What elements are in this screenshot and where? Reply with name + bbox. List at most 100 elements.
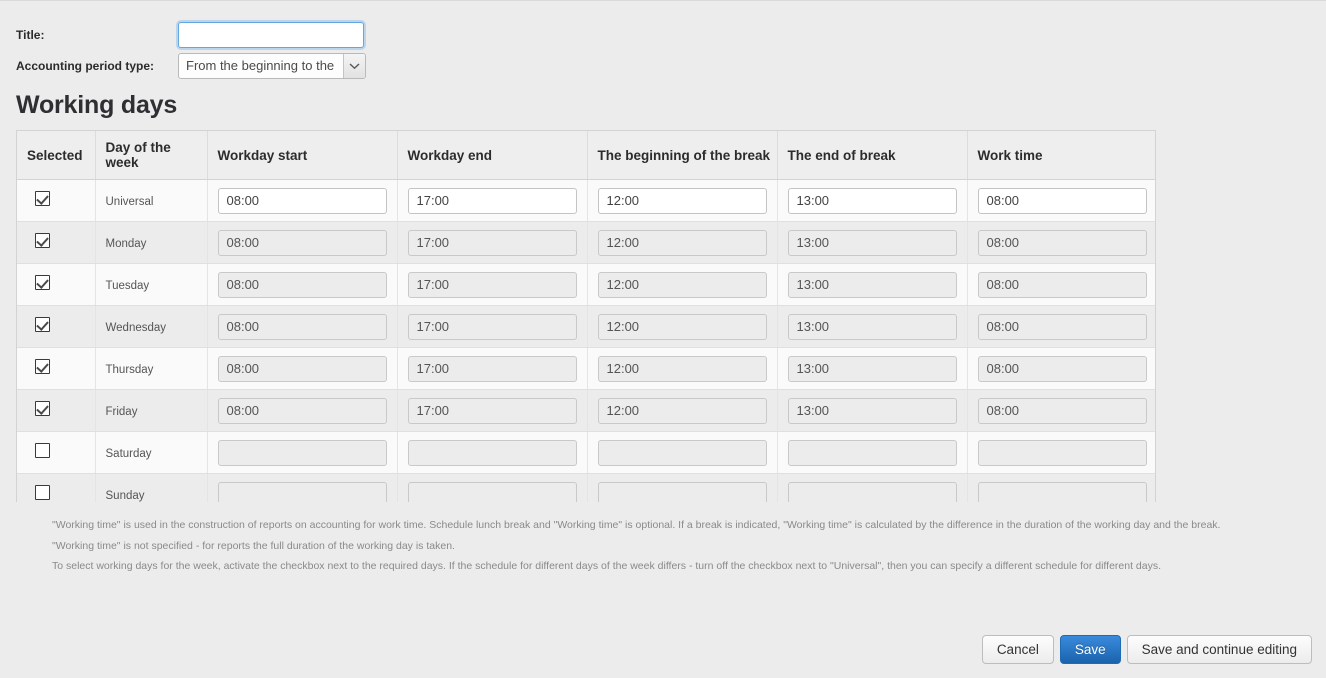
- day-label: Sunday: [106, 490, 145, 502]
- work-time-input-saturday[interactable]: [978, 440, 1148, 466]
- title-input[interactable]: [178, 22, 364, 48]
- workday-end-input-saturday[interactable]: [408, 440, 577, 466]
- checkbox-tuesday[interactable]: [35, 275, 50, 290]
- cell-break-end: [777, 264, 967, 306]
- break-start-input-saturday[interactable]: [598, 440, 767, 466]
- break-end-input-friday[interactable]: [788, 398, 957, 424]
- table-row: Universal: [17, 180, 1156, 222]
- break-end-input-wednesday[interactable]: [788, 314, 957, 340]
- accounting-period-row: Accounting period type: From the beginni…: [16, 52, 1326, 79]
- work-time-input-tuesday[interactable]: [978, 272, 1148, 298]
- title-label: Title:: [16, 28, 178, 42]
- cell-day: Tuesday: [95, 264, 207, 306]
- cell-work-time: [967, 222, 1156, 264]
- break-start-input-tuesday[interactable]: [598, 272, 767, 298]
- accounting-period-value: From the beginning to the: [179, 58, 343, 73]
- cell-day: Wednesday: [95, 306, 207, 348]
- cell-break-end: [777, 348, 967, 390]
- work-time-input-friday[interactable]: [978, 398, 1148, 424]
- checkbox-friday[interactable]: [35, 401, 50, 416]
- checkbox-monday[interactable]: [35, 233, 50, 248]
- cell-work-time: [967, 390, 1156, 432]
- cell-selected: [17, 306, 95, 348]
- cell-break-start: [587, 474, 777, 503]
- save-button[interactable]: Save: [1060, 635, 1121, 664]
- break-end-input-sunday[interactable]: [788, 482, 957, 503]
- help-line: "Working time" is used in the constructi…: [52, 520, 1326, 532]
- checkbox-thursday[interactable]: [35, 359, 50, 374]
- working-days-table: Selected Day of the week Workday start W…: [17, 131, 1156, 502]
- work-time-input-thursday[interactable]: [978, 356, 1148, 382]
- cell-day: Monday: [95, 222, 207, 264]
- cell-workday-end: [397, 348, 587, 390]
- workday-start-input-universal[interactable]: [218, 188, 387, 214]
- cell-day: Saturday: [95, 432, 207, 474]
- cell-work-time: [967, 180, 1156, 222]
- workday-end-input-tuesday[interactable]: [408, 272, 577, 298]
- cell-workday-start: [207, 180, 397, 222]
- cell-selected: [17, 264, 95, 306]
- workday-start-input-monday[interactable]: [218, 230, 387, 256]
- checkbox-wednesday[interactable]: [35, 317, 50, 332]
- break-end-input-universal[interactable]: [788, 188, 957, 214]
- break-end-input-tuesday[interactable]: [788, 272, 957, 298]
- workday-end-input-universal[interactable]: [408, 188, 577, 214]
- break-start-input-wednesday[interactable]: [598, 314, 767, 340]
- column-header-break-start: The beginning of the break: [587, 131, 777, 180]
- workday-end-input-monday[interactable]: [408, 230, 577, 256]
- table-row: Wednesday: [17, 306, 1156, 348]
- table-body: UniversalMonday Tuesday Wednesday Thursday F…: [17, 180, 1156, 503]
- break-start-input-thursday[interactable]: [598, 356, 767, 382]
- day-label: Thursday: [106, 364, 154, 376]
- day-label: Tuesday: [106, 280, 150, 292]
- table-row: Friday: [17, 390, 1156, 432]
- checkbox-saturday[interactable]: [35, 443, 50, 458]
- title-row: Title:: [16, 21, 1326, 48]
- table-row: Tuesday: [17, 264, 1156, 306]
- break-start-input-friday[interactable]: [598, 398, 767, 424]
- workday-end-input-sunday[interactable]: [408, 482, 577, 503]
- cell-break-start: [587, 306, 777, 348]
- workday-start-input-sunday[interactable]: [218, 482, 387, 503]
- break-start-input-universal[interactable]: [598, 188, 767, 214]
- cell-workday-end: [397, 390, 587, 432]
- cell-break-start: [587, 390, 777, 432]
- work-time-input-monday[interactable]: [978, 230, 1148, 256]
- workday-end-input-friday[interactable]: [408, 398, 577, 424]
- chevron-down-icon: [343, 54, 365, 78]
- break-end-input-monday[interactable]: [788, 230, 957, 256]
- cell-break-start: [587, 432, 777, 474]
- cell-workday-end: [397, 306, 587, 348]
- checkbox-universal[interactable]: [35, 191, 50, 206]
- workday-end-input-wednesday[interactable]: [408, 314, 577, 340]
- work-time-input-sunday[interactable]: [978, 482, 1148, 503]
- column-header-workday-end: Workday end: [397, 131, 587, 180]
- work-time-input-wednesday[interactable]: [978, 314, 1148, 340]
- cell-workday-start: [207, 390, 397, 432]
- cancel-button[interactable]: Cancel: [982, 635, 1054, 664]
- break-start-input-monday[interactable]: [598, 230, 767, 256]
- checkbox-sunday[interactable]: [35, 485, 50, 500]
- workday-start-input-tuesday[interactable]: [218, 272, 387, 298]
- cell-selected: [17, 432, 95, 474]
- cell-selected: [17, 474, 95, 503]
- workday-start-input-wednesday[interactable]: [218, 314, 387, 340]
- workday-start-input-friday[interactable]: [218, 398, 387, 424]
- cell-break-end: [777, 432, 967, 474]
- save-and-continue-button[interactable]: Save and continue editing: [1127, 635, 1312, 664]
- table-header-row: Selected Day of the week Workday start W…: [17, 131, 1156, 180]
- cell-day: Friday: [95, 390, 207, 432]
- workday-start-input-thursday[interactable]: [218, 356, 387, 382]
- accounting-period-select[interactable]: From the beginning to the: [178, 53, 366, 79]
- help-line: To select working days for the week, act…: [52, 561, 1326, 573]
- break-end-input-thursday[interactable]: [788, 356, 957, 382]
- work-time-input-universal[interactable]: [978, 188, 1148, 214]
- workday-start-input-saturday[interactable]: [218, 440, 387, 466]
- cell-workday-start: [207, 474, 397, 503]
- cell-day: Thursday: [95, 348, 207, 390]
- cell-break-end: [777, 390, 967, 432]
- break-end-input-saturday[interactable]: [788, 440, 957, 466]
- workday-end-input-thursday[interactable]: [408, 356, 577, 382]
- accounting-period-label: Accounting period type:: [16, 59, 178, 73]
- break-start-input-sunday[interactable]: [598, 482, 767, 503]
